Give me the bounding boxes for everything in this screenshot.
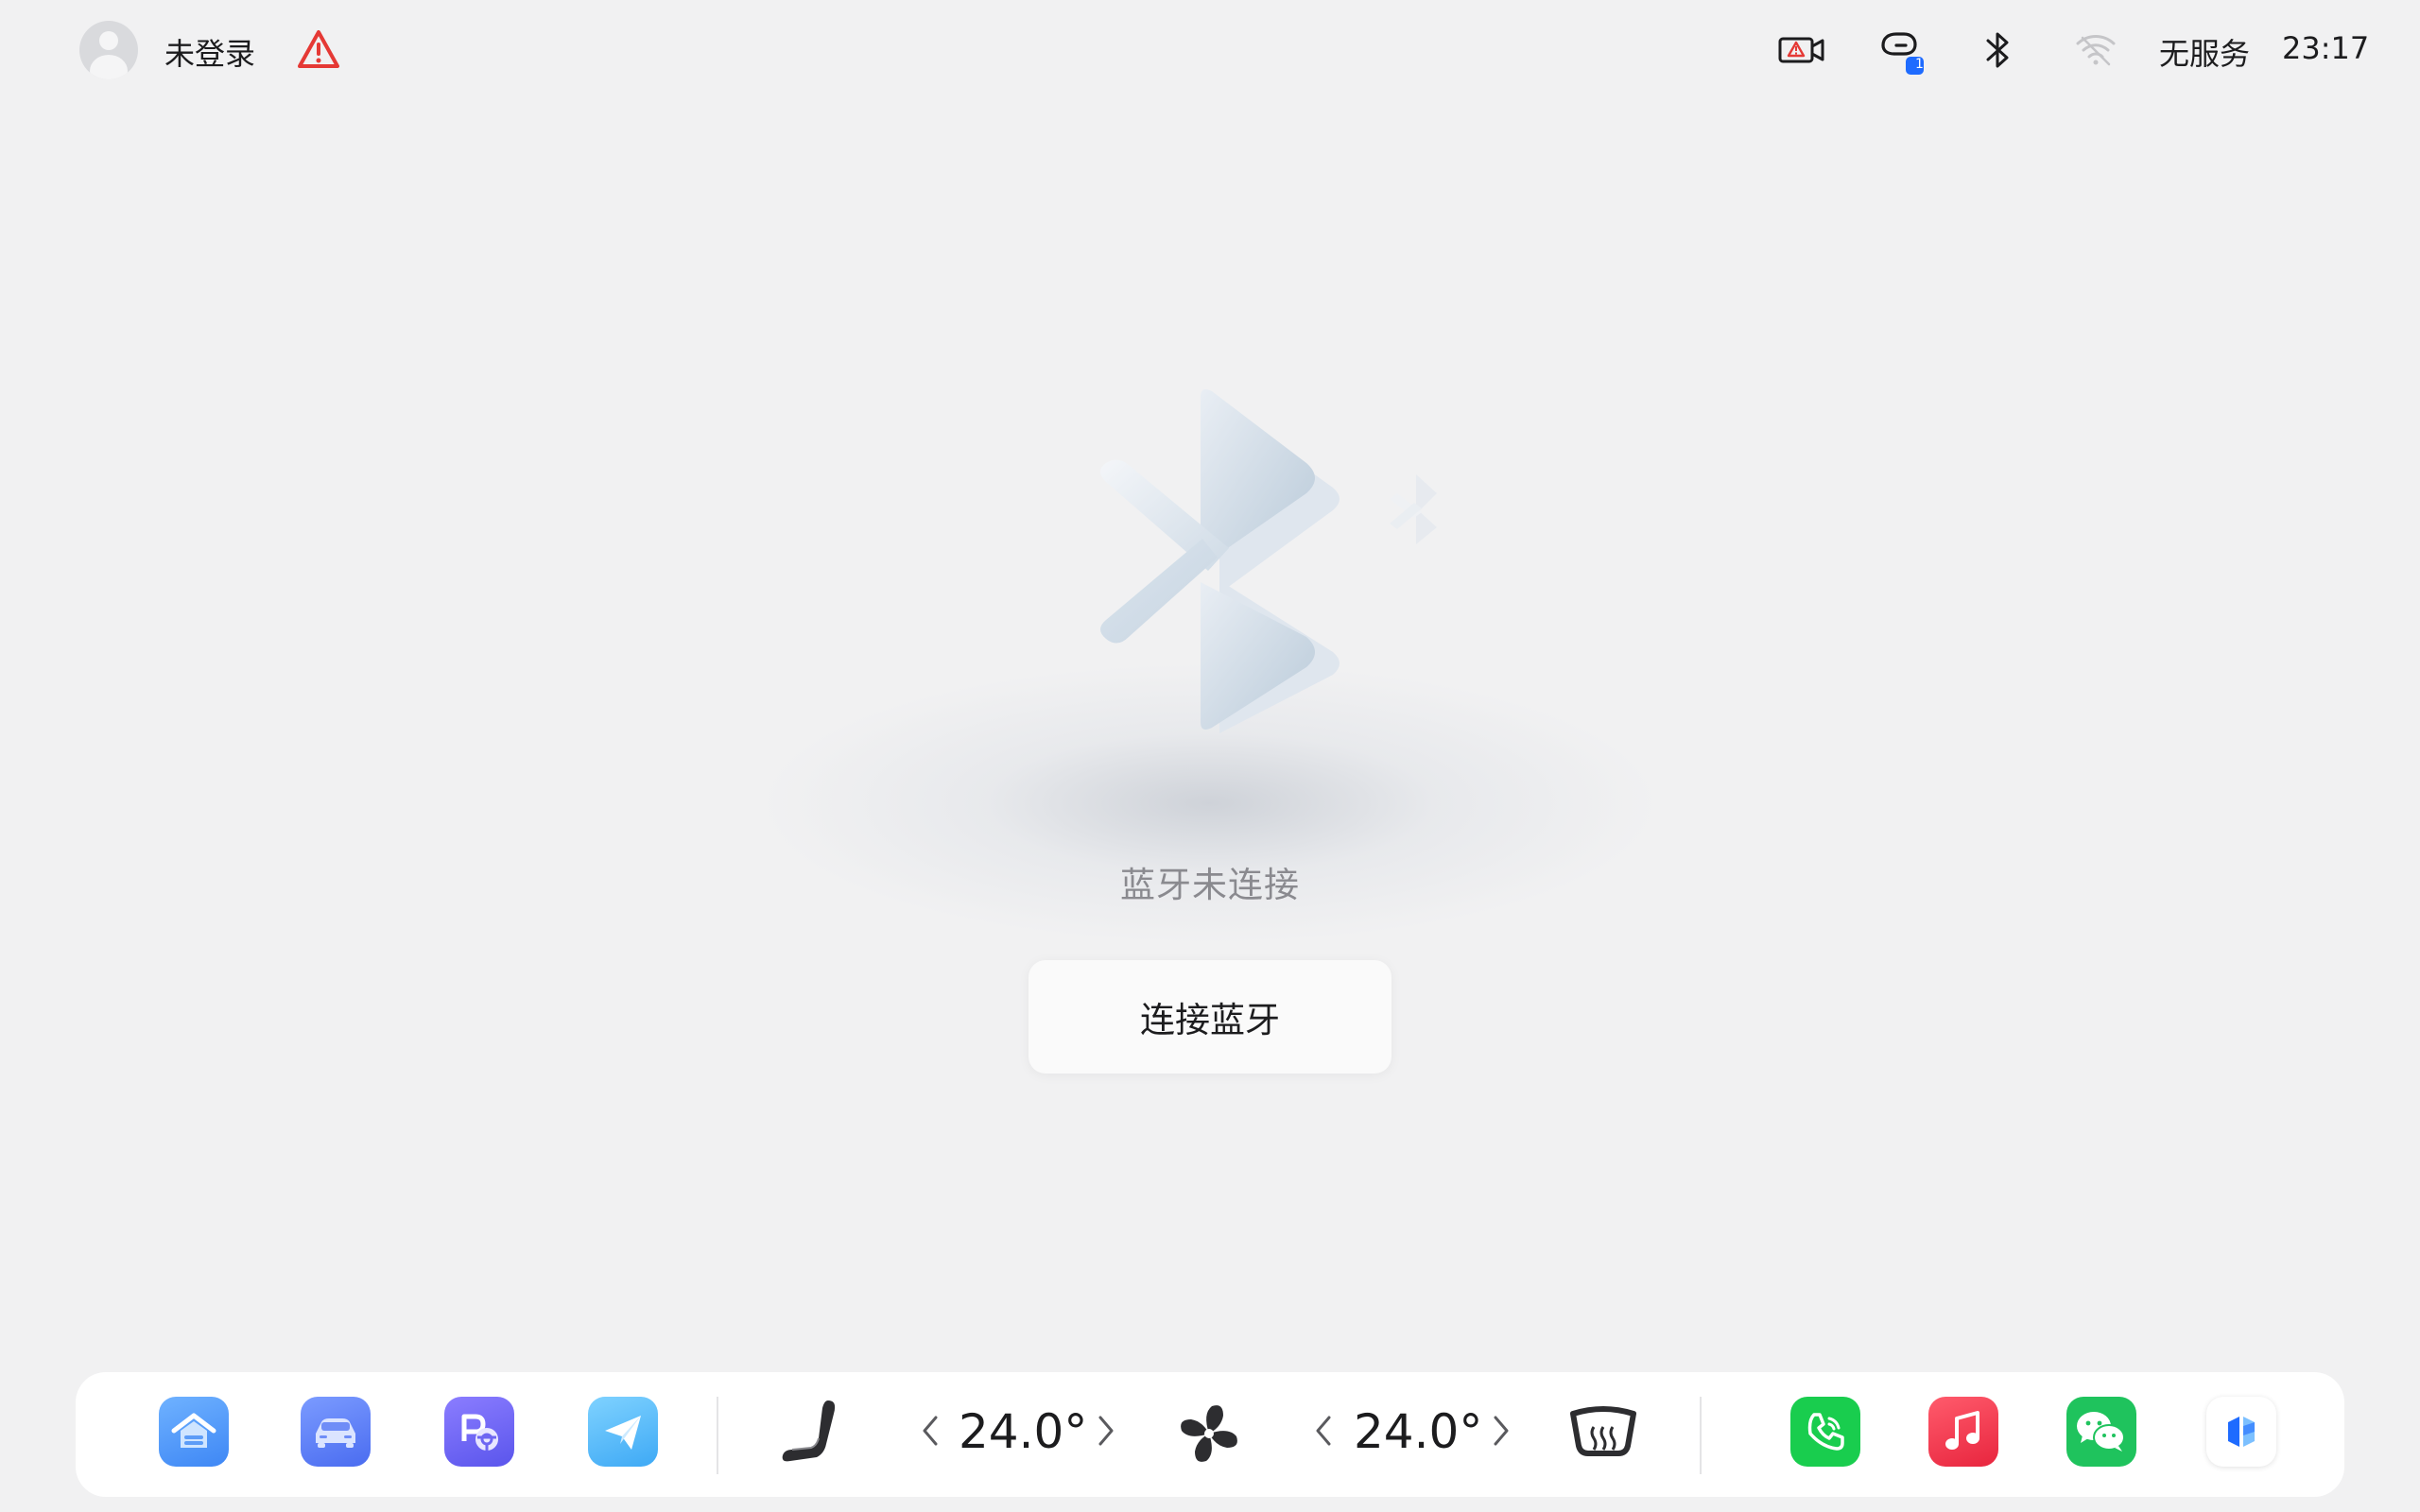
clock: 23:17: [2282, 30, 2370, 66]
notification-badge: 1: [1915, 57, 1924, 72]
right-temperature: 24.0°: [1354, 1404, 1483, 1459]
assistant-app-icon[interactable]: [2206, 1397, 2276, 1467]
bluetooth-status-icon[interactable]: [1981, 26, 2015, 74]
music-app-icon[interactable]: [1928, 1397, 1998, 1467]
bluetooth-status-text: 蓝牙未连接: [1120, 865, 1300, 905]
rear-defrost-icon[interactable]: [1567, 1402, 1639, 1461]
home-app-icon[interactable]: [159, 1397, 229, 1467]
left-temperature: 24.0°: [959, 1404, 1088, 1459]
car-app-icon[interactable]: [301, 1397, 371, 1467]
left-temp-decrease-icon[interactable]: [917, 1410, 943, 1452]
wifi-off-icon[interactable]: [2074, 26, 2118, 74]
fan-icon[interactable]: [1176, 1400, 1242, 1467]
seat-heating-icon[interactable]: [779, 1395, 841, 1474]
dashcam-icon[interactable]: [1777, 26, 1826, 74]
left-temp-increase-icon[interactable]: [1093, 1410, 1119, 1452]
dock-bar: 24.0° 24.0°: [76, 1372, 2344, 1497]
connect-bluetooth-button[interactable]: 连接蓝牙: [1028, 960, 1392, 1074]
right-temp-increase-icon[interactable]: [1488, 1410, 1514, 1452]
status-bar: 未登录 1 无服务 23:17: [0, 0, 2420, 104]
warning-icon[interactable]: [297, 28, 340, 70]
bluetooth-illustration-icon: [1100, 389, 1437, 733]
dock-divider: [1700, 1397, 1702, 1474]
dock-divider: [717, 1397, 718, 1474]
parking-app-icon[interactable]: [444, 1397, 514, 1467]
right-temp-decrease-icon[interactable]: [1310, 1410, 1337, 1452]
screen: 未登录 1 无服务 23:17 蓝牙未连接 连接蓝牙 24.0° 24.0°: [0, 0, 2420, 1512]
network-status-label: 无服务: [2159, 36, 2251, 72]
phone-app-icon[interactable]: [1790, 1397, 1860, 1467]
wechat-app-icon[interactable]: [2066, 1397, 2136, 1467]
navigation-app-icon[interactable]: [588, 1397, 658, 1467]
login-status-label[interactable]: 未登录: [164, 30, 255, 74]
avatar[interactable]: [79, 21, 138, 79]
